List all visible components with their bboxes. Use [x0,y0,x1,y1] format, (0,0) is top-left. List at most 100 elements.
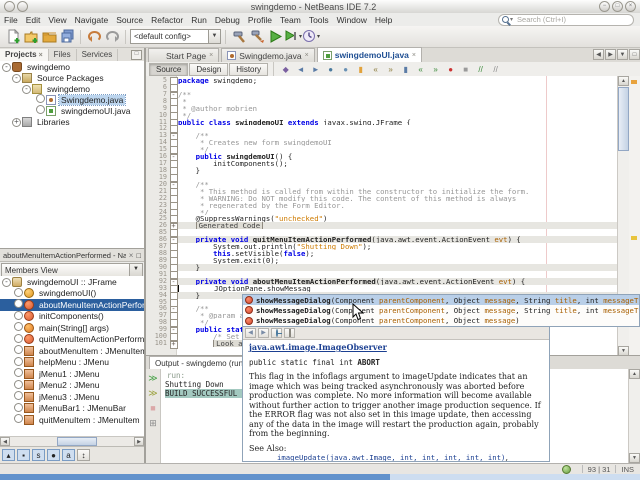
fold-icon[interactable] [169,256,178,265]
view-toggle-button[interactable]: History [229,62,269,76]
close-tab-icon[interactable]: × [305,52,309,59]
code-line[interactable]: 24 */ [146,208,617,217]
tree-item-project-swingdemo[interactable]: - swingdemo [0,61,144,72]
fold-icon[interactable] [169,333,178,342]
expander-icon[interactable]: + [12,116,21,127]
fold-icon[interactable] [169,118,178,127]
tab-list-icon[interactable]: ▼ [617,49,628,60]
expander-icon[interactable] [14,391,23,402]
code-line[interactable]: 93 JOptionPane.showMessag [146,284,617,293]
profile-project-icon[interactable]: ▾ [302,28,320,46]
editor-tab[interactable]: Start Page × [148,48,220,62]
member-row[interactable]: - swingdemoUI :: JFrame [0,276,144,288]
code-line[interactable]: 8 * [146,97,617,106]
show-static-members-icon[interactable]: s [32,449,45,461]
sort-by-source-icon[interactable]: ↕ [77,449,90,461]
debug-project-icon[interactable]: ▾ [284,28,302,46]
code-line[interactable]: 18 } [146,166,617,175]
undo-icon[interactable] [85,28,103,46]
shift-line-left-icon[interactable]: « [414,63,427,75]
expander-icon[interactable] [14,333,23,345]
tab-files[interactable]: Files [49,48,77,61]
navigator-view-combobox[interactable]: Members View ▼ [1,263,143,277]
scroll-tabs-left-icon[interactable]: ◀ [593,49,604,60]
search-dropdown-icon[interactable]: ▾ [510,16,513,23]
fold-icon[interactable] [169,215,178,224]
expander-icon[interactable] [36,94,45,105]
forward-icon[interactable]: ► [309,63,322,75]
code-line[interactable]: 13 - /** [146,132,617,142]
code-line[interactable]: 90 } [146,263,617,272]
fold-icon[interactable] [169,111,178,120]
menu-item[interactable]: Team [276,15,305,25]
fold-icon[interactable] [169,166,178,175]
new-project-icon[interactable] [22,28,40,46]
fold-icon[interactable] [169,139,178,148]
expander-icon[interactable] [14,368,23,379]
code-line[interactable]: 12 [146,125,617,134]
rerun-with-options-icon[interactable]: ≫ [147,387,159,399]
show-inherited-members-icon[interactable]: ▴ [2,449,15,461]
combobox-dropdown-icon[interactable]: ▼ [129,264,142,276]
find-selection-icon[interactable]: ● [324,63,337,75]
fold-icon[interactable]: + [169,222,178,232]
tree-item-source-packages[interactable]: - Source Packages [0,72,144,83]
code-line[interactable]: 17 initComponents(); [146,160,617,169]
fold-icon[interactable] [169,208,178,217]
completion-item[interactable]: showMessageDialog(Component parentCompon… [243,305,639,315]
stop-build-icon[interactable]: ■ [147,402,159,414]
code-line[interactable]: 23 * regenerated by the Form Editor. [146,201,617,210]
output-vscrollbar[interactable]: ▲ ▼ [628,369,640,463]
menu-item[interactable]: Tools [305,15,333,25]
previous-bookmark-icon[interactable]: « [369,63,382,75]
config-combobox[interactable]: <default config> ▼ [130,29,221,44]
close-tab-icon[interactable]: × [412,52,416,59]
expander-icon[interactable] [14,356,23,368]
save-all-icon[interactable] [58,28,76,46]
tree-item-swingdemoui-java[interactable]: swingdemoUI.java [0,105,144,116]
fold-icon[interactable] [169,201,178,210]
fold-icon[interactable] [169,77,178,85]
taskbar-active-window[interactable] [0,474,390,480]
window-menu-icon[interactable] [4,1,15,12]
expander-icon[interactable] [14,299,23,310]
member-row[interactable]: jMenu1 : JMenu [0,368,144,380]
next-bookmark-icon[interactable]: » [384,63,397,75]
menu-item[interactable]: Source [112,15,147,25]
maximize-icon[interactable]: □ [612,1,623,12]
start-macro-recording-icon[interactable]: ● [444,63,457,75]
expander-icon[interactable] [14,322,23,333]
fold-icon[interactable] [169,146,178,155]
fold-icon[interactable] [169,125,178,134]
view-toggle-button[interactable]: Design [189,62,229,76]
close-icon[interactable]: × [625,1,636,12]
notifications-icon[interactable] [561,464,571,474]
code-line[interactable]: 16 - public swingdemoUI() { [146,153,617,163]
fold-icon[interactable]: - [169,326,178,336]
tab-projects[interactable]: Projects × [0,48,49,61]
code-line[interactable]: 7 - /** [146,90,617,100]
expander-icon[interactable] [14,345,23,356]
close-icon[interactable]: × [39,52,43,59]
desktop-taskbar[interactable] [0,474,640,480]
minimize-panel-icon[interactable]: □ [131,49,142,60]
javadoc-content[interactable]: java.awt.image.ImageObserver public stat… [243,340,549,461]
menu-item[interactable]: Help [371,15,396,25]
fold-icon[interactable] [169,173,178,182]
uncomment-icon[interactable]: // [489,63,502,75]
fold-icon[interactable] [169,194,178,203]
fold-icon[interactable] [169,243,178,252]
fold-icon[interactable] [169,83,178,92]
member-row[interactable]: helpMenu : JMenu [0,356,144,369]
scroll-left-icon[interactable]: ◀ [0,437,10,446]
code-line[interactable]: 89 System.exit(0); [146,256,617,265]
tab-services[interactable]: Services [77,48,119,61]
fold-icon[interactable]: - [169,91,178,100]
expander-icon[interactable]: - [2,276,11,288]
find-occurrences-icon[interactable]: ● [339,63,352,75]
back-icon[interactable]: ◀ [245,328,256,338]
build-project-icon[interactable] [230,28,248,46]
expander-icon[interactable] [14,402,23,414]
copy-icon[interactable] [284,328,295,338]
fold-icon[interactable] [169,250,178,259]
